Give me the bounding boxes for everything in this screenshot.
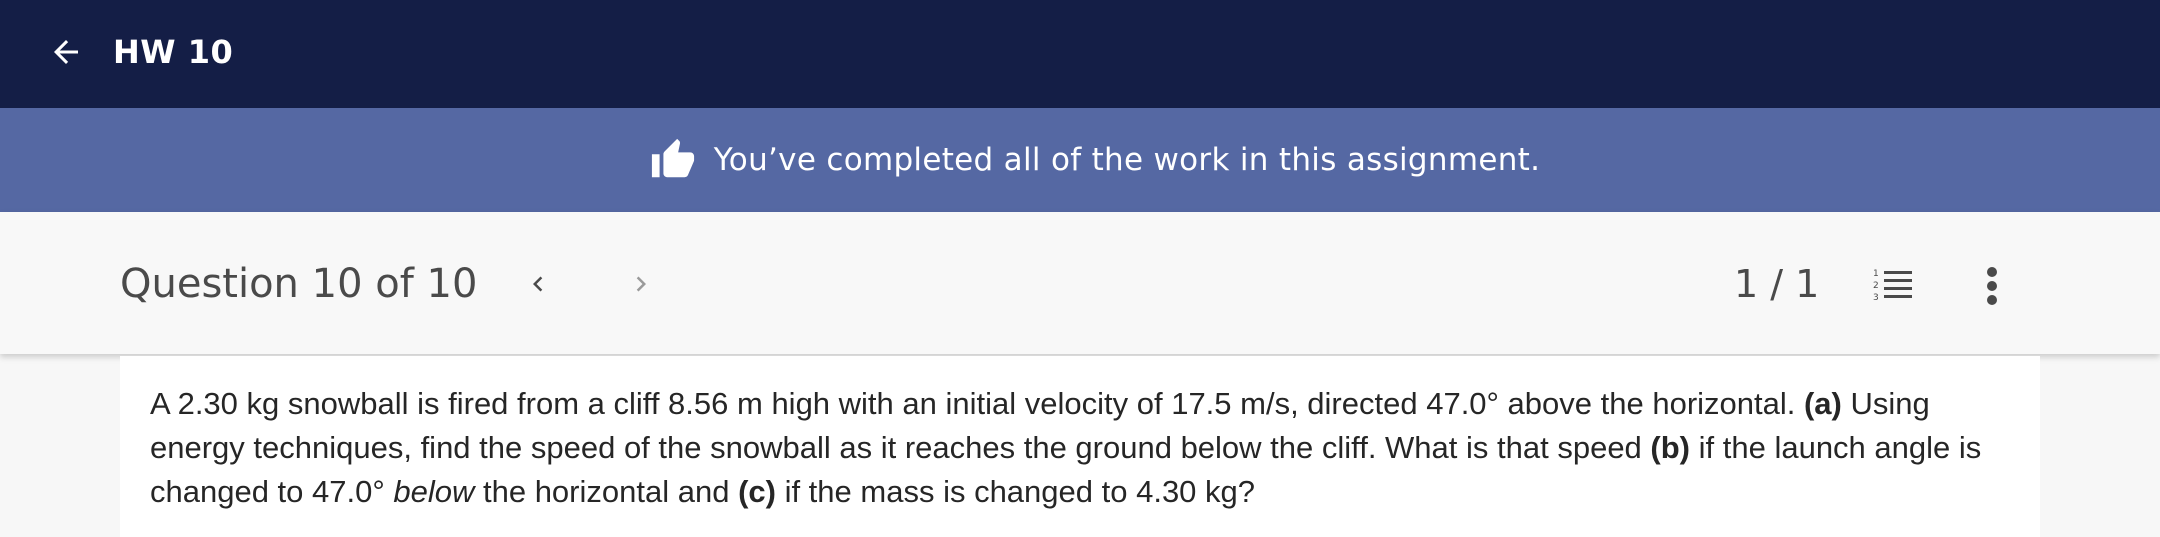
question-text-segment: A 2.30 kg snowball is fired from a cliff… (150, 386, 1804, 421)
chevron-left-icon (533, 276, 543, 292)
arrow-left-icon (54, 40, 78, 64)
part-b-label: (b) (1650, 430, 1691, 465)
chevron-right-icon (636, 276, 646, 292)
top-app-bar: HW 10 (0, 0, 2160, 108)
question-text-segment: the horizontal and (474, 474, 739, 509)
svg-text:2: 2 (1873, 281, 1879, 291)
more-vertical-icon (1987, 267, 1997, 305)
page-counter: 1 / 1 (1734, 262, 1820, 306)
part-a-label: (a) (1803, 386, 1842, 421)
numbered-list-icon: 1 2 3 (1873, 269, 1912, 303)
back-button[interactable] (44, 30, 88, 74)
completion-message: You’ve completed all of the work in this… (713, 142, 1541, 178)
svg-text:3: 3 (1873, 293, 1879, 303)
question-list-button[interactable]: 1 2 3 (1870, 264, 1918, 308)
question-card: A 2.30 kg snowball is fired from a cliff… (120, 356, 2040, 537)
next-question-button[interactable] (619, 262, 663, 306)
question-text-segment: if the mass is changed to 4.30 kg? (775, 474, 1256, 509)
previous-question-button[interactable] (516, 262, 560, 306)
question-text: A 2.30 kg snowball is fired from a cliff… (150, 382, 2030, 514)
part-c-label: (c) (738, 474, 776, 509)
more-options-button[interactable] (1972, 262, 2012, 310)
svg-text:1: 1 (1873, 269, 1879, 279)
emphasis-below: below (393, 474, 475, 509)
question-navigation-bar: Question 10 of 10 1 / 1 1 2 3 (0, 212, 2160, 354)
thumbs-up-icon (650, 137, 696, 183)
completion-banner: You’ve completed all of the work in this… (0, 108, 2160, 212)
question-counter: Question 10 of 10 (120, 261, 478, 307)
assignment-title: HW 10 (113, 33, 234, 71)
